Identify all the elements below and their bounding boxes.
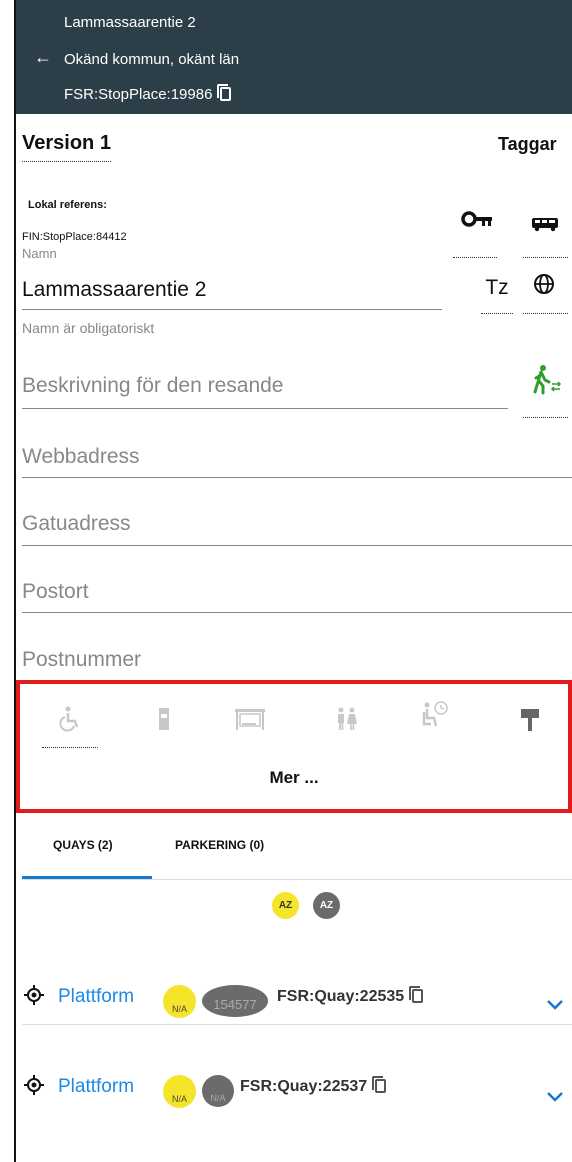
city-underline <box>22 612 572 613</box>
key-icon[interactable] <box>453 206 497 258</box>
ticket-machine-icon[interactable] <box>153 706 173 737</box>
url-underline <box>22 477 572 478</box>
sign-icon[interactable] <box>516 706 544 737</box>
name-input[interactable]: Lammassaarentie 2 <box>22 278 206 302</box>
quay-badge-primary: N/A <box>163 1075 196 1108</box>
facilities-panel <box>16 680 572 813</box>
sort-za-button[interactable]: AZ <box>313 892 340 919</box>
tab-quays[interactable]: QUAYS (2) <box>53 838 113 852</box>
app-frame: Lammassaarentie 2 ← Okänd kommun, okänt … <box>14 0 572 1162</box>
copy-icon[interactable] <box>372 1076 387 1093</box>
copy-icon[interactable] <box>409 986 424 1003</box>
street-input[interactable]: Gatuadress <box>22 512 131 536</box>
street-underline <box>22 545 572 546</box>
local-reference-value: FIN:StopPlace:84412 <box>22 231 127 243</box>
name-field-label: Namn <box>22 246 57 261</box>
shelter-icon[interactable] <box>232 706 268 737</box>
locate-icon[interactable] <box>24 1075 44 1095</box>
tab-divider <box>22 879 572 880</box>
wheelchair-icon[interactable] <box>56 706 84 737</box>
quay-name[interactable]: Plattform <box>58 986 134 1008</box>
toilet-icon[interactable] <box>333 706 361 737</box>
city-input[interactable]: Postort <box>22 580 89 604</box>
url-input[interactable]: Webbadress <box>22 445 140 469</box>
quay-badge-secondary: 154577 <box>202 985 268 1017</box>
sort-az-button[interactable]: AZ <box>272 892 299 919</box>
locate-icon[interactable] <box>24 985 44 1005</box>
name-helper-text: Namn är obligatoriskt <box>22 320 155 336</box>
back-arrow-icon[interactable]: ← <box>34 48 52 66</box>
waiting-room-icon[interactable] <box>419 700 451 735</box>
quay-badge-secondary: N/A <box>202 1075 234 1107</box>
quay-name[interactable]: Plattform <box>58 1076 134 1098</box>
zip-input[interactable]: Postnummer <box>22 648 141 672</box>
globe-icon[interactable] <box>523 270 568 314</box>
chevron-down-icon[interactable] <box>546 1090 564 1102</box>
description-input[interactable]: Beskrivning för den resande <box>22 374 284 398</box>
active-facility-indicator <box>42 747 98 748</box>
quay-row-divider <box>22 1024 572 1025</box>
copy-icon[interactable] <box>217 84 232 101</box>
description-underline <box>22 408 508 409</box>
tab-parking[interactable]: PARKERING (0) <box>175 838 264 852</box>
local-reference-label: Lokal referens: <box>28 199 107 211</box>
version-label[interactable]: Version 1 <box>22 132 111 162</box>
quay-badge-primary: N/A <box>163 985 196 1018</box>
walk-transfer-icon[interactable] <box>523 362 568 418</box>
quay-id: FSR:Quay:22535 <box>277 986 424 1006</box>
quay-id: FSR:Quay:22537 <box>240 1076 387 1096</box>
quay-id-text: FSR:Quay:22535 <box>277 988 405 1005</box>
quay-id-text: FSR:Quay:22537 <box>240 1078 368 1095</box>
stop-id-text: FSR:StopPlace:19986 <box>64 86 213 103</box>
bus-icon[interactable] <box>523 206 568 258</box>
header-title: Lammassaarentie 2 <box>64 14 196 31</box>
header-location: Okänd kommun, okänt län <box>64 51 240 68</box>
timezone-button[interactable]: Tz <box>481 276 513 314</box>
more-facilities-button[interactable]: Mer ... <box>16 768 572 788</box>
chevron-down-icon[interactable] <box>546 998 564 1010</box>
app-header: Lammassaarentie 2 ← Okänd kommun, okänt … <box>16 0 572 114</box>
name-underline <box>22 309 442 310</box>
taggar-button[interactable]: Taggar <box>498 134 557 155</box>
header-stop-id: FSR:StopPlace:19986 <box>64 84 232 103</box>
